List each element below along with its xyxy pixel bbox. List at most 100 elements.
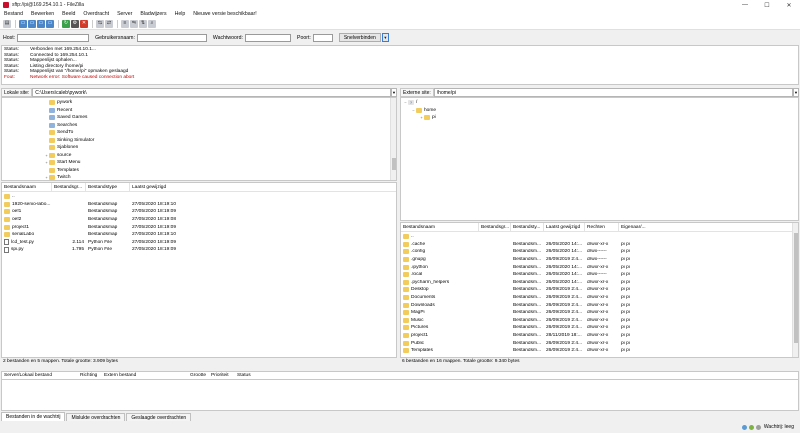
toggle-local-tree-icon[interactable]: ▭ [28,19,36,28]
remote-file-row[interactable]: Pictures Bestandsm... 26/09/2019 2:4... drw… [401,324,798,332]
refresh-icon[interactable]: ↻ [62,19,70,28]
remote-file-row[interactable]: .. [401,233,798,241]
column-header-size[interactable]: Grootte [188,373,209,378]
process-queue-icon[interactable]: ⚙ [71,19,79,28]
toggle-log-icon[interactable]: ▭ [19,19,27,28]
local-file-row[interactable]: .. [2,193,396,201]
remote-file-row[interactable]: .config Bestandsm... 26/05/2020 14:... drwx… [401,248,798,256]
local-tree-item[interactable]: Sjablonen [44,144,78,152]
local-tree-item[interactable]: + Start Menu [44,159,80,167]
remote-file-row[interactable]: Downloads Bestandsm... 26/09/2019 2:4... dr… [401,301,798,309]
close-button[interactable]: ✕ [778,0,800,10]
local-tree-item[interactable]: SendTo [44,129,73,137]
remote-path-input[interactable] [433,88,793,97]
local-file-list[interactable]: Bestandsnaam Bestandsgr... Bestandstype … [1,182,397,358]
remote-tree-item[interactable]: − home [411,107,436,115]
local-tree-item[interactable]: pywork [44,99,72,107]
tab-queued-files[interactable]: Bestanden in de wachtrij [1,412,66,421]
menu-bewerken[interactable]: Bewerken [27,11,58,17]
remote-list-scrollbar[interactable] [792,223,798,357]
remote-file-row[interactable]: .local Bestandsm... 26/05/2020 14:... drwx-… [401,271,798,279]
local-path-input[interactable] [32,88,391,97]
tab-failed-transfers[interactable]: Mislukte overdrachten [66,413,126,421]
menu-bestand[interactable]: Bestand [0,11,27,17]
remote-file-row[interactable]: .pycharm_helpers Bestandsm... 26/05/2020 1… [401,279,798,287]
remote-file-row[interactable]: .cache Bestandsm... 26/05/2020 14:... drwxr… [401,241,798,249]
remote-tree-item[interactable]: + pi [419,114,436,122]
maximize-button[interactable]: ☐ [756,0,778,10]
column-header-permissions[interactable]: Rechten [585,223,619,232]
remote-file-row[interactable]: project1 Bestandsm... 28/11/2019 18:... drw… [401,332,798,340]
local-file-row[interactable]: 1920-senio-labo... Bestandsmap 27/05/2020 … [2,201,396,209]
disconnect-icon[interactable]: ⇆ [96,19,104,28]
column-header-type[interactable]: Bestandsty... [511,223,544,232]
local-file-row[interactable]: serialLabo Bestandsmap 27/05/2020 18:19:10 [2,231,396,239]
remote-file-row[interactable]: .ipython Bestandsm... 26/05/2020 14:... drw… [401,263,798,271]
menu-new-version[interactable]: Nieuwe versie beschikbaar! [189,11,260,17]
column-header-priority[interactable]: Prioriteit [209,373,235,378]
remote-file-row[interactable]: Public Bestandsm... 26/09/2019 2:4... drwxr… [401,339,798,347]
minimize-button[interactable]: — [734,0,756,10]
toggle-remote-tree-icon[interactable]: ▭ [37,19,45,28]
local-tree-item[interactable]: Saved Games [44,114,87,122]
column-header-filename[interactable]: Bestandsnaam [2,183,52,192]
remote-file-list[interactable]: Bestandsnaam Bestandsgr... Bestandsty...… [400,222,799,358]
local-directory-tree[interactable]: pywork Recent Saved Games Searches SendT… [1,97,397,181]
menu-help[interactable]: Help [171,11,190,17]
remote-file-row[interactable]: Desktop Bestandsm... 26/09/2019 2:4... drwx… [401,286,798,294]
compare-icon[interactable]: ⇋ [130,19,138,28]
column-header-modified[interactable]: Laatst gewijzigd [544,223,585,232]
username-input[interactable] [136,33,207,42]
queue-list[interactable] [1,380,799,411]
site-manager-icon[interactable]: ▤ [3,19,11,28]
column-header-type[interactable]: Bestandstype [86,183,130,192]
menu-overdracht[interactable]: Overdracht [79,11,113,17]
local-tree-item[interactable]: Templates [44,167,79,175]
column-header-remote-file[interactable]: Extern bestand [102,373,188,378]
local-tree-item[interactable]: + source [44,152,71,160]
remote-file-row[interactable]: Templates Bestandsm... 26/09/2019 2:4... dr… [401,347,798,355]
column-header-filename[interactable]: Bestandsnaam [401,223,479,232]
column-header-size[interactable]: Bestandsgr... [52,183,86,192]
menu-bladwijzers[interactable]: Bladwijzers [136,11,170,17]
column-header-owner[interactable]: Eigenaar/... [619,223,659,232]
host-input[interactable] [17,33,90,42]
remote-path-dropdown-icon[interactable]: ▼ [793,88,799,97]
local-tree-item[interactable]: Sinking Simulator [44,137,94,145]
column-header-size[interactable]: Bestandsgr... [479,223,511,232]
search-icon[interactable]: ⌕ [148,19,156,28]
remote-tree-item[interactable]: −? / [403,99,417,107]
local-file-row[interactable]: project1 Bestandsmap 27/05/2020 18:19:09 [2,223,396,231]
quickconnect-button[interactable]: Snelverbinden [338,33,381,42]
remote-file-row[interactable]: MagPi Bestandsm... 26/09/2019 2:4... drwxr-… [401,309,798,317]
menu-beeld[interactable]: Beeld [58,11,79,17]
local-file-row[interactable]: oef1 Bestandsmap 27/05/2020 18:19:09 [2,208,396,216]
local-tree-item[interactable]: Searches [44,122,77,130]
local-file-row[interactable]: spi.py 1.795 Python File 27/05/2020 18:19:0… [2,246,396,254]
local-file-row[interactable]: lcd_test.py 2.114 Python File 27/05/2020 18… [2,239,396,247]
scrollbar-thumb[interactable] [392,158,396,170]
scrollbar-thumb[interactable] [794,233,798,343]
password-input[interactable] [245,33,291,42]
remote-file-row[interactable]: Music Bestandsm... 26/09/2019 2:4... drwxr-… [401,317,798,325]
reconnect-icon[interactable]: ⇄ [105,19,113,28]
local-tree-item[interactable]: + Twitch [44,174,71,180]
cancel-icon[interactable]: ✕ [80,19,88,28]
remote-directory-tree[interactable]: −? / − home + pi [400,97,799,221]
port-input[interactable] [312,33,333,42]
filter-icon[interactable]: ≡ [121,19,129,28]
column-header-local-file[interactable]: Server/Lokaal bestand [2,373,78,378]
quickconnect-dropdown-icon[interactable]: ▼ [381,33,389,42]
remote-file-row[interactable]: .gnupg Bestandsm... 26/09/2019 2:4... drwx-… [401,256,798,264]
local-file-row[interactable]: oef2 Bestandsmap 27/05/2020 18:19:08 [2,216,396,224]
column-header-modified[interactable]: Laatst gewijzigd [130,183,190,192]
menu-server[interactable]: Server [113,11,136,17]
toggle-queue-icon[interactable]: ▭ [46,19,54,28]
local-tree-item[interactable]: Recent [44,107,72,115]
message-log[interactable]: Status: Verbonden met 169.254.10.1... Sta… [1,45,799,85]
column-header-status[interactable]: Status [235,373,265,378]
remote-file-row[interactable]: Documents Bestandsm... 26/09/2019 2:4... dr… [401,294,798,302]
local-tree-scrollbar[interactable] [390,98,396,180]
column-header-direction[interactable]: Richting [78,373,102,378]
tab-successful-transfers[interactable]: Geslaagde overdrachten [126,413,192,421]
